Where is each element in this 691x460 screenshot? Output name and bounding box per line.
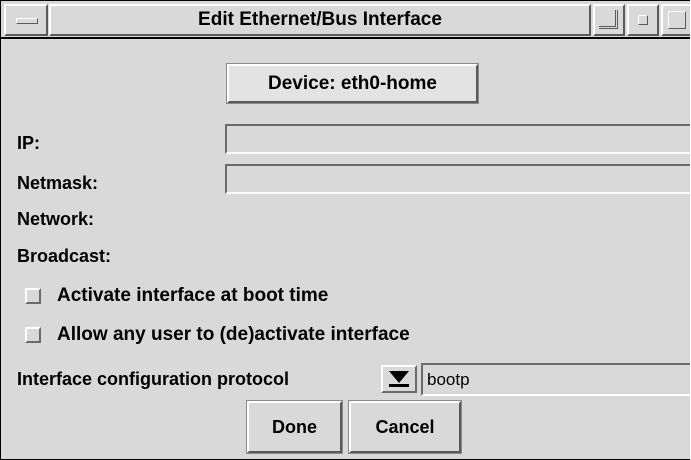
- ip-label: IP:: [17, 133, 41, 153]
- netmask-input[interactable]: [225, 164, 690, 194]
- dropdown-bar-icon: [389, 384, 409, 387]
- maximize-button[interactable]: [661, 4, 690, 36]
- activate-at-boot-label: Activate interface at boot time: [57, 285, 329, 306]
- activate-at-boot-option[interactable]: Activate interface at boot time: [25, 283, 328, 309]
- window-title[interactable]: Edit Ethernet/Bus Interface: [49, 4, 591, 36]
- activate-at-boot-checkbox[interactable]: [25, 288, 41, 304]
- title-bar[interactable]: Edit Ethernet/Bus Interface: [1, 1, 690, 39]
- minimize-button[interactable]: [627, 4, 659, 36]
- edit-interface-window: Edit Ethernet/Bus Interface Device: eth0…: [0, 0, 690, 460]
- broadcast-label: Broadcast:: [17, 246, 112, 266]
- window-menu-button[interactable]: [4, 4, 48, 36]
- protocol-input[interactable]: [421, 363, 690, 396]
- device-button[interactable]: Device: eth0-home: [227, 64, 478, 103]
- minimize-icon: [638, 15, 648, 25]
- shade-button[interactable]: [593, 4, 625, 36]
- maximize-icon: [668, 11, 686, 29]
- netmask-label: Netmask:: [17, 173, 99, 193]
- network-label: Network:: [17, 209, 95, 229]
- done-button[interactable]: Done: [247, 401, 342, 453]
- shade-icon: [599, 10, 618, 29]
- protocol-dropdown-button[interactable]: [381, 365, 417, 393]
- allow-user-label: Allow any user to (de)activate interface: [57, 324, 410, 345]
- allow-user-option[interactable]: Allow any user to (de)activate interface: [25, 322, 410, 348]
- cancel-button[interactable]: Cancel: [349, 401, 461, 453]
- allow-user-checkbox[interactable]: [25, 327, 41, 343]
- ip-input[interactable]: [225, 124, 690, 154]
- dropdown-arrow-icon: [389, 371, 409, 383]
- window-menu-icon: [16, 18, 38, 24]
- protocol-label: Interface configuration protocol: [17, 369, 290, 389]
